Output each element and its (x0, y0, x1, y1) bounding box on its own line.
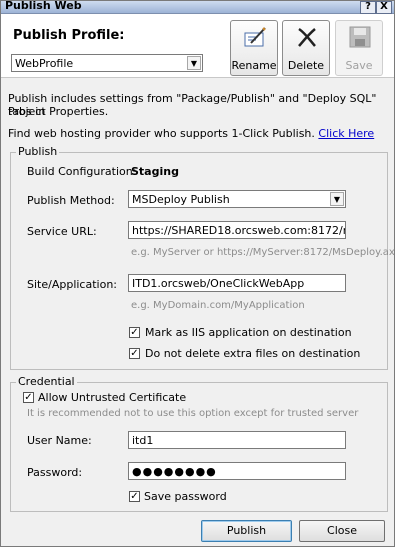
save-password-checkbox[interactable]: ✓ (129, 491, 140, 502)
service-url-value: https://SHARED18.orcsweb.com:8172/msde (132, 224, 345, 237)
allow-untrusted-certificate-label: Allow Untrusted Certificate (38, 391, 187, 404)
site-application-value: ITD1.orcsweb/OneClickWebApp (132, 277, 305, 290)
help-button[interactable]: ? (360, 1, 376, 14)
publish-profile-value: WebProfile (15, 57, 74, 70)
build-configuration-value: Staging (131, 165, 179, 178)
publish-group-label: Publish (16, 145, 60, 158)
mark-iis-checkbox[interactable]: ✓ (129, 327, 140, 338)
site-application-input[interactable]: ITD1.orcsweb/OneClickWebApp (128, 274, 346, 292)
password-label: Password: (27, 466, 83, 479)
password-input[interactable]: ●●●●●●●● (128, 462, 346, 480)
publish-method-value: MSDeploy Publish (132, 193, 230, 206)
chevron-down-icon[interactable]: ▼ (330, 192, 344, 206)
delete-label: Delete (287, 59, 325, 72)
password-value: ●●●●●●●● (132, 465, 217, 478)
save-label: Save (345, 59, 373, 72)
user-name-value: itd1 (132, 434, 154, 447)
delete-icon (298, 27, 316, 47)
title-bar: Publish Web ? X (1, 0, 394, 14)
service-url-label: Service URL: (27, 225, 97, 238)
build-configuration-label: Build Configuration: (27, 165, 137, 178)
no-delete-extra-files-label: Do not delete extra files on destination (145, 347, 361, 360)
credential-group-label: Credential (16, 375, 77, 388)
publish-profile-label: Publish Profile: (13, 28, 125, 43)
allow-untrusted-certificate-checkbox[interactable]: ✓ (23, 392, 34, 403)
find-provider-label: Find web hosting provider who supports 1… (8, 127, 315, 140)
rename-label: Rename (231, 59, 277, 72)
close-window-button[interactable]: X (376, 1, 392, 14)
user-name-label: User Name: (27, 434, 92, 447)
mark-iis-label: Mark as IIS application on destination (145, 326, 352, 339)
publish-profile-select[interactable]: WebProfile ▼ (11, 54, 203, 72)
rename-icon (244, 27, 266, 47)
delete-button[interactable]: Delete (282, 20, 330, 76)
service-url-input[interactable]: https://SHARED18.orcsweb.com:8172/msde (128, 221, 346, 239)
click-here-link[interactable]: Click Here (318, 127, 374, 140)
no-delete-extra-files-checkbox[interactable]: ✓ (129, 348, 140, 359)
save-password-label: Save password (144, 490, 227, 503)
publish-web-dialog: Publish Web ? X Publish Profile: WebProf… (0, 0, 395, 547)
site-application-hint: e.g. MyDomain.com/MyApplication (131, 300, 305, 311)
publish-button[interactable]: Publish (201, 520, 292, 542)
close-button[interactable]: Close (299, 520, 385, 542)
save-disk-icon (349, 26, 371, 48)
rename-button[interactable]: Rename (230, 20, 278, 76)
site-application-label: Site/Application: (27, 278, 117, 291)
save-profile-button[interactable]: Save (335, 20, 383, 76)
publish-method-label: Publish Method: (27, 194, 115, 207)
profile-header: Publish Profile: WebProfile ▼ Rename Del… (1, 14, 394, 78)
window-title: Publish Web (5, 0, 82, 12)
chevron-down-icon[interactable]: ▼ (187, 56, 201, 70)
service-url-hint: e.g. MyServer or https://MyServer:8172/M… (131, 247, 395, 258)
info-line-2: Project Properties. (8, 105, 109, 118)
untrusted-warning: It is recommended not to use this option… (27, 408, 359, 419)
find-provider-text: Find web hosting provider who supports 1… (8, 127, 374, 140)
user-name-input[interactable]: itd1 (128, 431, 346, 449)
publish-method-select[interactable]: MSDeploy Publish ▼ (128, 190, 346, 208)
